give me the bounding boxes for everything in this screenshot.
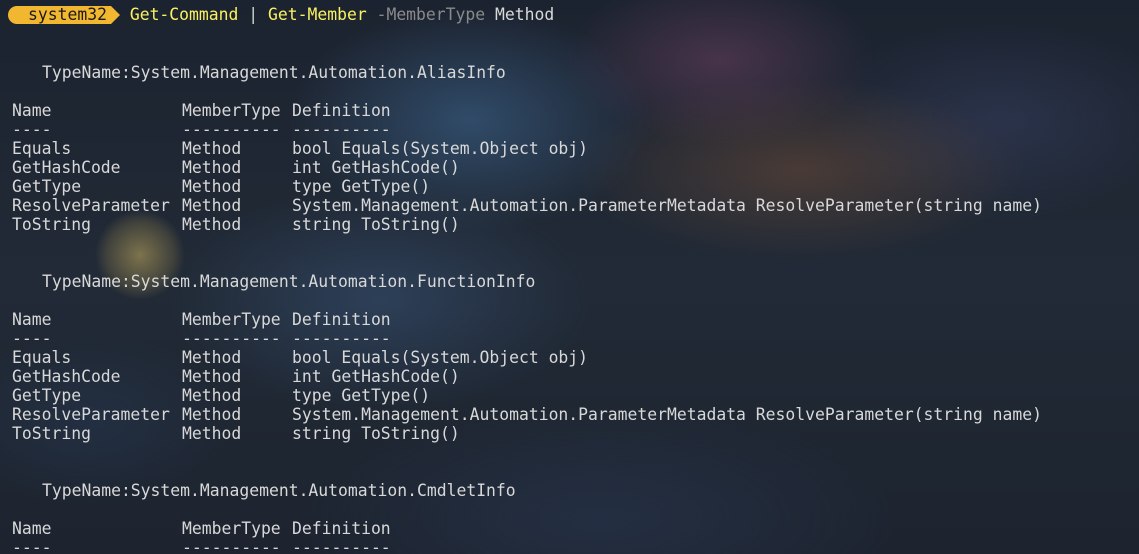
member-type: Method [182, 348, 242, 367]
underline-definition: ---------- [292, 120, 391, 139]
underline-member-type: ---------- [182, 329, 281, 348]
member-name: ToString [12, 424, 91, 443]
command-name-1: Get-Command [129, 5, 239, 24]
member-name: GetType [12, 386, 82, 405]
member-name: Equals [12, 139, 72, 158]
typename-heading: TypeName:System.Management.Automation.Al… [42, 63, 506, 82]
column-header-name: Name [12, 101, 52, 120]
member-definition: bool Equals(System.Object obj) [292, 348, 589, 367]
member-type: Method [182, 177, 242, 196]
member-name: ResolveParameter [12, 405, 170, 424]
underline-name: ---- [12, 538, 52, 554]
table-row: GetHashCode Method int GetHashCode() [12, 158, 1139, 177]
member-name: ToString [12, 215, 91, 234]
member-definition: string ToString() [292, 424, 460, 443]
member-name: Equals [12, 348, 72, 367]
column-header-name: Name [12, 519, 52, 538]
member-definition: System.Management.Automation.ParameterMe… [292, 196, 1042, 215]
typename-heading: TypeName:System.Management.Automation.Cm… [42, 481, 516, 500]
directory-badge: system32 [8, 6, 120, 24]
column-header-member-type: MemberType [182, 519, 281, 538]
member-name: GetHashCode [12, 367, 121, 386]
column-header-member-type: MemberType [182, 310, 281, 329]
member-type: Method [182, 158, 242, 177]
column-underline-row: ---- ---------- ---------- [12, 329, 1139, 348]
member-type: Method [182, 424, 242, 443]
table-row: ResolveParameter Method System.Management.… [12, 196, 1139, 215]
table-row: GetHashCode Method int GetHashCode() [12, 367, 1139, 386]
column-header-definition: Definition [292, 519, 391, 538]
column-header-definition: Definition [292, 310, 391, 329]
member-definition: int GetHashCode() [292, 158, 460, 177]
member-definition: type GetType() [292, 386, 431, 405]
member-name: ResolveParameter [12, 196, 170, 215]
directory-label: system32 [8, 6, 111, 24]
table-row: ToString Method string ToString() [12, 215, 1139, 234]
member-definition: type GetType() [292, 177, 431, 196]
command-parameter: -MemberType [376, 5, 486, 24]
column-underline-row: ---- ---------- ---------- [12, 120, 1139, 139]
member-type: Method [182, 196, 242, 215]
terminal-output: system32 Get-Command | Get-Member -Membe… [8, 5, 1139, 554]
underline-name: ---- [12, 120, 52, 139]
underline-member-type: ---------- [182, 120, 281, 139]
typename-heading: TypeName:System.Management.Automation.Fu… [42, 272, 536, 291]
prompt-line: system32 Get-Command | Get-Member -Membe… [8, 5, 1139, 25]
column-header-row: Name MemberType Definition [12, 101, 1139, 120]
command-argument: Method [495, 5, 555, 24]
column-header-definition: Definition [292, 101, 391, 120]
member-type: Method [182, 405, 242, 424]
member-type: Method [182, 215, 242, 234]
underline-member-type: ---------- [182, 538, 281, 554]
column-header-row: Name MemberType Definition [12, 310, 1139, 329]
member-type: Method [182, 367, 242, 386]
member-type: Method [182, 386, 242, 405]
column-header-row: Name MemberType Definition [12, 519, 1139, 538]
underline-name: ---- [12, 329, 52, 348]
member-name: GetHashCode [12, 158, 121, 177]
table-row: ResolveParameter Method System.Management.… [12, 405, 1139, 424]
column-header-member-type: MemberType [182, 101, 281, 120]
member-definition: bool Equals(System.Object obj) [292, 139, 589, 158]
member-type: Method [182, 139, 242, 158]
member-definition: int GetHashCode() [292, 367, 460, 386]
underline-definition: ---------- [292, 329, 391, 348]
underline-definition: ---------- [292, 538, 391, 554]
badge-arrow-icon [110, 6, 120, 24]
pipe-operator: | [248, 5, 259, 24]
table-row: Equals Method bool Equals(System.Object ob… [12, 348, 1139, 367]
command-name-2: Get-Member [268, 5, 367, 24]
table-row: GetType Method type GetType() [12, 177, 1139, 196]
table-row: Equals Method bool Equals(System.Object ob… [12, 139, 1139, 158]
column-underline-row: ---- ---------- ---------- [12, 538, 1139, 554]
column-header-name: Name [12, 310, 52, 329]
member-name: GetType [12, 177, 82, 196]
table-row: ToString Method string ToString() [12, 424, 1139, 443]
table-row: GetType Method type GetType() [12, 386, 1139, 405]
terminal-window[interactable]: { "prompt": { "directory": "system32", "… [0, 0, 1139, 554]
member-definition: string ToString() [292, 215, 460, 234]
member-definition: System.Management.Automation.ParameterMe… [292, 405, 1042, 424]
